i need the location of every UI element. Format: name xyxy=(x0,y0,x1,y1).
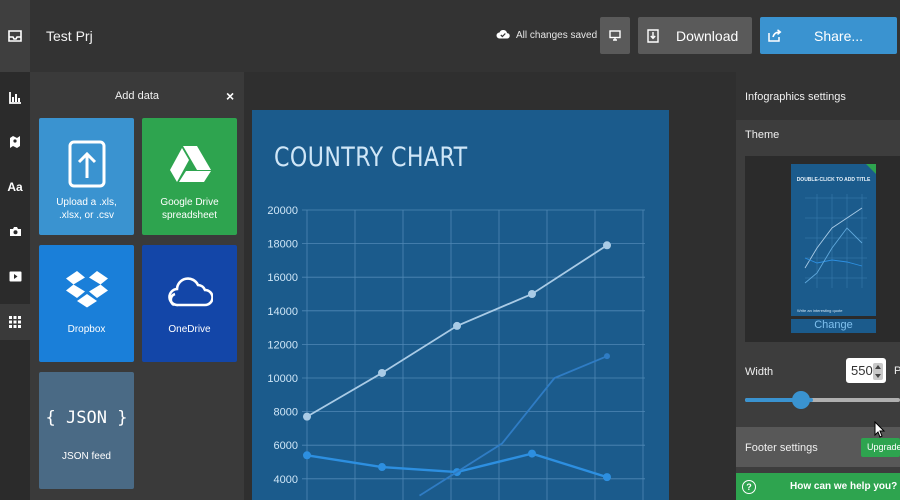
theme-thumb-chart xyxy=(804,194,867,288)
camera-icon xyxy=(9,226,21,236)
data-point xyxy=(528,449,536,458)
json-icon: { JSON } xyxy=(45,408,128,428)
y-tick-label: 8000 xyxy=(274,407,298,419)
y-tick-label: 14000 xyxy=(267,306,298,318)
top-bar: Test Prj All changes saved Download Shar… xyxy=(0,0,900,72)
width-stepper[interactable] xyxy=(873,363,883,380)
upgrade-button[interactable]: Upgrade xyxy=(861,438,900,457)
mouse-cursor-icon xyxy=(874,421,886,438)
tile-label: Google Drive spreadsheet xyxy=(160,197,219,221)
y-tick-label: 10000 xyxy=(267,373,298,385)
help-icon: ? xyxy=(742,479,756,494)
data-point xyxy=(303,412,311,421)
share-label: Share... xyxy=(814,27,864,44)
width-label: Width xyxy=(745,366,774,378)
settings-title: Infographics settings xyxy=(736,72,900,120)
y-tick-label: 18000 xyxy=(267,239,298,251)
inbox-icon[interactable] xyxy=(0,0,30,72)
series-line xyxy=(419,355,608,497)
series-line xyxy=(306,244,608,418)
add-data-panel: Add data × Upload a .xls, .xlsx, or .csv… xyxy=(30,72,244,500)
upload-icon xyxy=(68,138,106,190)
json-feed-tile[interactable]: { JSON } JSON feed xyxy=(39,372,134,489)
download-button[interactable]: Download xyxy=(638,17,752,54)
tile-label: Upload a .xls, .xlsx, or .csv xyxy=(56,197,117,221)
rail-item-data[interactable] xyxy=(0,304,30,340)
theme-thumbnail[interactable]: DOUBLE-CLICK TO ADD TITLE Write an inter… xyxy=(791,164,876,316)
map-pin-icon xyxy=(10,136,20,148)
chart-title[interactable]: COUNTRY CHART xyxy=(274,142,468,173)
rail-item-photos[interactable] xyxy=(0,213,30,249)
download-icon xyxy=(638,17,668,54)
theme-preview: DOUBLE-CLICK TO ADD TITLE Write an inter… xyxy=(745,156,900,342)
y-tick-label: 6000 xyxy=(274,440,298,452)
google-drive-icon xyxy=(168,138,212,190)
selected-badge xyxy=(866,164,876,174)
data-point xyxy=(453,321,461,330)
theme-thumb-title: DOUBLE-CLICK TO ADD TITLE xyxy=(796,177,871,183)
save-status: All changes saved xyxy=(496,29,597,42)
y-tick-label: 12000 xyxy=(267,339,298,351)
share-icon xyxy=(760,17,790,54)
bar-chart-icon xyxy=(9,92,21,104)
y-tick-label: 20000 xyxy=(267,205,298,217)
chart-card[interactable]: 20000 18000 16000 14000 12000 10000 8000 6000 40… xyxy=(252,110,669,500)
download-label: Download xyxy=(676,27,739,44)
data-point xyxy=(528,290,536,298)
add-data-title: Add data xyxy=(114,90,160,102)
width-slider-track[interactable] xyxy=(745,398,900,402)
google-drive-tile[interactable]: Google Drive spreadsheet xyxy=(142,118,237,235)
theme-thumb-footer: Write an interesting quote xyxy=(797,308,843,313)
dropbox-icon xyxy=(65,265,109,317)
rail-item-charts[interactable] xyxy=(0,80,30,116)
upload-file-tile[interactable]: Upload a .xls, .xlsx, or .csv xyxy=(39,118,134,235)
data-point xyxy=(303,451,311,460)
grid-icon xyxy=(9,316,21,328)
close-icon[interactable]: × xyxy=(226,88,234,104)
theme-label: Theme xyxy=(745,129,780,141)
data-point xyxy=(604,353,610,360)
tile-label: OneDrive xyxy=(168,324,211,335)
onedrive-icon xyxy=(167,265,213,317)
help-label: How can we help you? xyxy=(790,481,898,492)
tile-label: JSON feed xyxy=(62,451,111,462)
stepper-up-icon[interactable] xyxy=(875,365,881,369)
tile-label: Dropbox xyxy=(67,324,106,335)
rail-item-video[interactable] xyxy=(0,258,30,294)
rail-item-maps[interactable] xyxy=(0,124,30,160)
rail-item-text[interactable]: Aa xyxy=(0,169,30,205)
help-bar[interactable]: ? How can we help you? xyxy=(736,473,900,500)
project-title[interactable]: Test Prj xyxy=(46,28,93,44)
data-point xyxy=(603,473,611,482)
theme-change-button[interactable]: Change xyxy=(791,319,876,333)
width-unit: P xyxy=(894,365,900,377)
cloud-check-icon xyxy=(496,29,510,42)
share-button[interactable]: Share... xyxy=(760,17,897,54)
save-status-text: All changes saved xyxy=(516,30,598,41)
y-tick-label: 4000 xyxy=(274,474,298,486)
dropbox-tile[interactable]: Dropbox xyxy=(39,245,134,362)
play-icon xyxy=(9,271,21,281)
preview-button[interactable] xyxy=(600,17,630,54)
data-point xyxy=(603,241,611,250)
stepper-down-icon[interactable] xyxy=(875,374,881,378)
footer-settings-label: Footer settings xyxy=(745,442,818,454)
text-icon: Aa xyxy=(7,180,23,194)
data-point xyxy=(378,463,386,472)
width-slider-handle[interactable] xyxy=(792,391,810,409)
y-tick-label: 16000 xyxy=(267,272,298,284)
monitor-icon xyxy=(609,30,621,41)
onedrive-tile[interactable]: OneDrive xyxy=(142,245,237,362)
data-point xyxy=(378,368,386,377)
left-rail: Aa xyxy=(0,72,30,500)
